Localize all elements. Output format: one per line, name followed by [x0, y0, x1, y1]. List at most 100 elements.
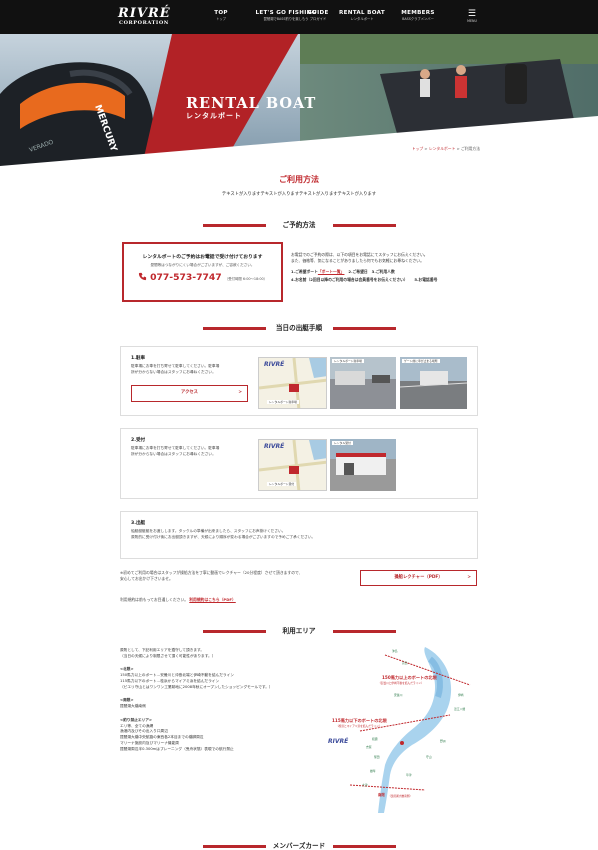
breadcrumb-rental[interactable]: レンタルボート [429, 146, 456, 151]
lecture-pdf-button[interactable]: 操船レクチャー（PDF） > [360, 570, 477, 586]
breadcrumb-sep: > [456, 146, 460, 151]
nav-title: RENTAL BOAT [339, 10, 385, 16]
step-5: 5.お電話番号 [414, 277, 438, 283]
map-label-115hp-sub: （桂浜とマイアミ浜を結んだライン） [336, 724, 382, 728]
step-desc-line: 所が分からない場合はスタッフにお尋ねください。 [131, 451, 216, 456]
note-line: 安心してお出かけ下さいませ。 [120, 575, 173, 581]
section-heading-departure: 当日の出艇手順 [0, 322, 598, 334]
lake-drawing [330, 645, 478, 813]
section-heading-reservation: ご予約方法 [0, 219, 598, 231]
map-logo: RIVRÉ [328, 738, 349, 745]
parking-map: RIVRÉ レンタルボート駐車場 [258, 357, 327, 409]
step-card-parking: 1.駐車 駐車場にお車を打ち寄せて駐車してください。駐車場 所が分からない場合は… [120, 346, 478, 416]
map-place: 沖島 [392, 649, 398, 653]
map-place: 野洲 [440, 739, 446, 743]
breadcrumb: トップ > レンタルボート > ご利用方法 [404, 146, 480, 152]
step-desc: 駐車場にお車を打ち寄せて駐車してください。駐車場 所が分からない場合はスタッフに… [131, 364, 249, 375]
nav-sub: プロガイド [309, 17, 327, 21]
section-title: ご予約方法 [282, 221, 316, 229]
nav-sub: トップ [216, 17, 226, 21]
area-rules: 原則として、下記利用エリアを遵守して頂きます。 （当日の天候により制限させて頂く… [120, 648, 330, 752]
section-title: 利用エリア [282, 627, 316, 635]
site-header: RIVRÉ CORPORATION TOP トップ LET'S GO FISHI… [0, 0, 598, 34]
heading-bar [333, 224, 396, 227]
boat-list-link[interactable]: 「ボート一覧」 [318, 269, 345, 274]
nav-item-guide[interactable]: GUIDE プロガイド [301, 10, 335, 26]
section-heading-area: 利用エリア [0, 625, 598, 637]
reservation-info-line: また、価格等、気になることがありましたら何でもお気軽にお尋ねください。 [291, 257, 424, 263]
map-caption: レンタルボート受付 [267, 482, 297, 487]
map-place: 雄琴 [370, 769, 376, 773]
nav-item-rental-boat[interactable]: RENTAL BOAT レンタルボート [338, 10, 386, 26]
terms-link[interactable]: 利用規約はこちら（PDF） [189, 597, 236, 602]
step-card-departure: 3.出艇 船艇艇艇艇をお渡しします。タックルの準備が出来ましたら、スタッフにお声… [120, 511, 478, 559]
map-logo: RIVRÉ [264, 443, 285, 450]
step-desc: 船艇艇艇艇をお渡しします。タックルの準備が出来ましたら、スタッフにお声掛けくださ… [131, 529, 471, 540]
gate-photo: ゲート前に車が止まる場所 [400, 357, 467, 409]
site-logo[interactable]: RIVRÉ CORPORATION [118, 7, 170, 27]
access-button[interactable]: アクセス > [131, 385, 248, 402]
phone-line[interactable]: 077-573-7747 （受付時間 6:00～18:00） [124, 272, 281, 285]
nav-item-top[interactable]: TOP トップ [210, 10, 232, 26]
reservation-info: お電話でのご予約の際は、以下の項目をお電話にてスタッフにお伝えください。 また、… [291, 252, 491, 283]
map-label-south-sub: （琵琶湖大橋南側） [388, 794, 413, 798]
photo-drawing [330, 357, 396, 409]
map-place: 安曇川 [394, 693, 403, 697]
nav-sub: BASSクラブメンバー [402, 17, 434, 21]
page-title: ご利用方法 [279, 175, 319, 184]
reception-map: RIVRÉ レンタルボート受付 [258, 439, 327, 491]
lecture-button-label: 操船レクチャー（PDF） [394, 575, 443, 580]
lake-area-map: 150馬力以上のボートの北限 （安曇川と伊崎不動を結んだライン） 115馬力以下… [328, 645, 478, 813]
phone-number[interactable]: 077-573-7747 [150, 272, 222, 283]
hero-title-en: RENTAL BOAT [186, 95, 317, 112]
map-place: 志賀 [366, 745, 372, 749]
section-title: メンバーズカード [272, 842, 326, 850]
reservation-heading: レンタルボートのご予約はお電話で受け付けております [142, 255, 263, 260]
access-button-label: アクセス [181, 390, 198, 395]
step-desc-line: 所が分からない場合はスタッフにお尋ねください。 [131, 369, 216, 374]
breadcrumb-current: ご利用方法 [461, 146, 480, 151]
terms-note: 利用規約は前もってお目通しください。 利用規約はこちら（PDF） [120, 597, 236, 603]
parking-photo: レンタルボート駐車場 [330, 357, 396, 409]
step-card-reception: 2.受付 駐車場にお車を打ち寄せて駐車してください。駐車場 所が分からない場合は… [120, 428, 478, 499]
map-caption: レンタルボート駐車場 [267, 400, 299, 405]
map-place: 高島 [402, 661, 408, 665]
photo-drawing [400, 357, 467, 409]
map-place: 堅田 [374, 755, 380, 759]
map-place: 草津 [406, 773, 412, 777]
phone-hours: （受付時間 6:00～18:00） [224, 276, 268, 281]
breadcrumb-sep: > [424, 146, 428, 151]
photo-caption: ゲート前に車が止まる場所 [402, 359, 440, 364]
reservation-steps: 1.ご希望ボート「ボート一覧」 2.ご希望日 3.ご利用人数 [291, 269, 491, 275]
nav-title: MEMBERS [401, 10, 435, 16]
reservation-phone-box: レンタルボートのご予約はお電話で受け付けております 昼間等はつながりにくい場合が… [122, 242, 283, 302]
hamburger-icon: ☰ [467, 9, 477, 19]
breadcrumb-top[interactable]: トップ [412, 146, 423, 151]
step-title: 3.出艇 [131, 521, 146, 526]
hero-title: RENTAL BOAT レンタルボート [186, 96, 316, 122]
forbidden-rule: 琵琶湖周辺半0.300mはプレーニング（曳舟状態）表現での航行禁止 [120, 746, 234, 751]
chevron-right-icon: > [238, 390, 242, 395]
reservation-steps-2: 4.お名前（2回目以降のご利用の場合は会員番号をお伝えください） 5.お電話番号 [291, 277, 491, 283]
map-place: 近江八幡 [454, 707, 466, 711]
map-logo: RIVRÉ [264, 361, 285, 368]
nav-item-members[interactable]: MEMBERS BASSクラブメンバー [392, 10, 444, 26]
section-title: 当日の出艇手順 [275, 324, 323, 332]
nav-title: TOP [214, 10, 228, 16]
section-heading-members: メンバーズカード [0, 840, 598, 850]
map-label-150hp-sub: （安曇川と伊崎不動を結んだライン） [378, 681, 424, 685]
hero-banner: VERADO MERCURY RENTAL BOAT レンタルボート [0, 34, 598, 166]
heading-bar [333, 630, 396, 633]
map-place: 大津 [362, 783, 368, 787]
map-label-south: 南限 [378, 793, 385, 797]
menu-button[interactable]: ☰ MENU [462, 10, 482, 26]
heading-bar [333, 327, 396, 330]
logo-main: RIVRÉ [118, 6, 171, 21]
photo-caption: レンタル受付 [332, 441, 353, 446]
lecture-note: ※初めてご利用の場合はスタッフが操船方法を丁寧に動画でレクチャー（20分程度）さ… [120, 570, 360, 581]
step-1: 1.ご希望ボート [291, 269, 318, 275]
heading-bar [333, 845, 396, 848]
map-place: 和邇 [372, 737, 378, 741]
logo-sub: CORPORATION [119, 20, 169, 26]
step-desc-line: 原則的に受け付け後にお出艇頂きますが、天候により順序が変わる場合がございますので… [131, 534, 316, 539]
